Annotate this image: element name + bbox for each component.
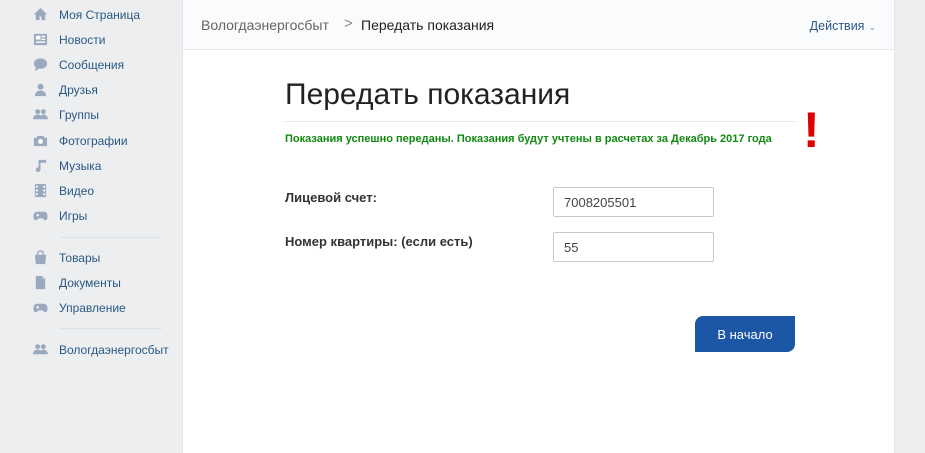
sidebar-item-label: Фотографии bbox=[59, 133, 128, 148]
sidebar-divider bbox=[60, 328, 162, 329]
breadcrumb-app-link[interactable]: Вологдаэнергосбыт bbox=[201, 17, 329, 33]
sidebar-item-my-page[interactable]: Моя Страница bbox=[32, 2, 182, 27]
apartment-number-input[interactable] bbox=[553, 232, 714, 262]
home-icon bbox=[32, 7, 48, 23]
music-note-icon bbox=[32, 158, 48, 174]
sidebar-item-label: Вологдаэнергосбыт bbox=[59, 342, 169, 357]
sidebar-item-label: Товары bbox=[59, 250, 101, 265]
actions-label: Действия bbox=[809, 19, 865, 33]
video-film-icon bbox=[32, 183, 48, 199]
camera-icon bbox=[32, 133, 48, 149]
news-icon bbox=[32, 32, 48, 48]
title-divider bbox=[285, 121, 795, 122]
sidebar-item-label: Моя Страница bbox=[59, 7, 141, 22]
sidebar-item-label: Игры bbox=[59, 208, 88, 223]
exclamation-mark-icon: ! bbox=[803, 102, 820, 158]
sidebar-item-label: Видео bbox=[59, 183, 95, 198]
home-button[interactable]: В начало bbox=[695, 316, 795, 352]
page-header: Вологдаэнергосбыт > Передать показания Д… bbox=[183, 0, 894, 50]
actions-dropdown[interactable]: Действия ⌄ bbox=[810, 19, 876, 33]
success-message: Показания успешно переданы. Показания бу… bbox=[285, 133, 772, 145]
chevron-down-icon: ⌄ bbox=[868, 22, 876, 32]
sidebar-item-label: Документы bbox=[59, 275, 121, 290]
sidebar-divider bbox=[60, 237, 162, 238]
sidebar-item-games[interactable]: Игры bbox=[32, 203, 182, 228]
gamepad-icon bbox=[32, 300, 48, 316]
sidebar-item-music[interactable]: Музыка bbox=[32, 153, 182, 178]
friends-icon bbox=[32, 82, 48, 98]
account-number-input[interactable] bbox=[553, 187, 714, 217]
sidebar-item-news[interactable]: Новости bbox=[32, 27, 182, 52]
main-panel: Вологдаэнергосбыт > Передать показания Д… bbox=[182, 0, 895, 453]
shopping-bag-icon bbox=[32, 250, 48, 266]
sidebar-item-label: Новости bbox=[59, 32, 106, 47]
sidebar-item-label: Группы bbox=[59, 107, 99, 122]
sidebar-item-goods[interactable]: Товары bbox=[32, 245, 182, 270]
sidebar-item-documents[interactable]: Документы bbox=[32, 270, 182, 295]
messages-icon bbox=[32, 57, 48, 73]
sidebar-item-label: Друзья bbox=[59, 82, 98, 97]
groups-icon bbox=[32, 107, 48, 123]
sidebar-item-messages[interactable]: Сообщения bbox=[32, 52, 182, 77]
apartment-label: Номер квартиры: (если есть) bbox=[285, 234, 473, 249]
breadcrumb-separator-icon: > bbox=[344, 15, 353, 32]
document-icon bbox=[32, 275, 48, 291]
sidebar-item-label: Управление bbox=[59, 300, 126, 315]
sidebar-item-community[interactable]: Вологдаэнергосбыт bbox=[32, 337, 182, 362]
breadcrumb-current-page: Передать показания bbox=[361, 17, 495, 33]
page-title: Передать показания bbox=[285, 78, 571, 111]
account-label: Лицевой счет: bbox=[285, 190, 377, 205]
sidebar: Моя Страница Новости Сообщения Друзья Гр… bbox=[0, 0, 182, 453]
groups-icon bbox=[32, 342, 48, 358]
sidebar-item-label: Музыка bbox=[59, 158, 102, 173]
sidebar-item-groups[interactable]: Группы bbox=[32, 102, 182, 127]
sidebar-item-video[interactable]: Видео bbox=[32, 178, 182, 203]
gamepad-icon bbox=[32, 208, 48, 224]
sidebar-item-management[interactable]: Управление bbox=[32, 295, 182, 320]
sidebar-item-friends[interactable]: Друзья bbox=[32, 77, 182, 102]
sidebar-item-photos[interactable]: Фотографии bbox=[32, 128, 182, 153]
sidebar-item-label: Сообщения bbox=[59, 57, 125, 72]
